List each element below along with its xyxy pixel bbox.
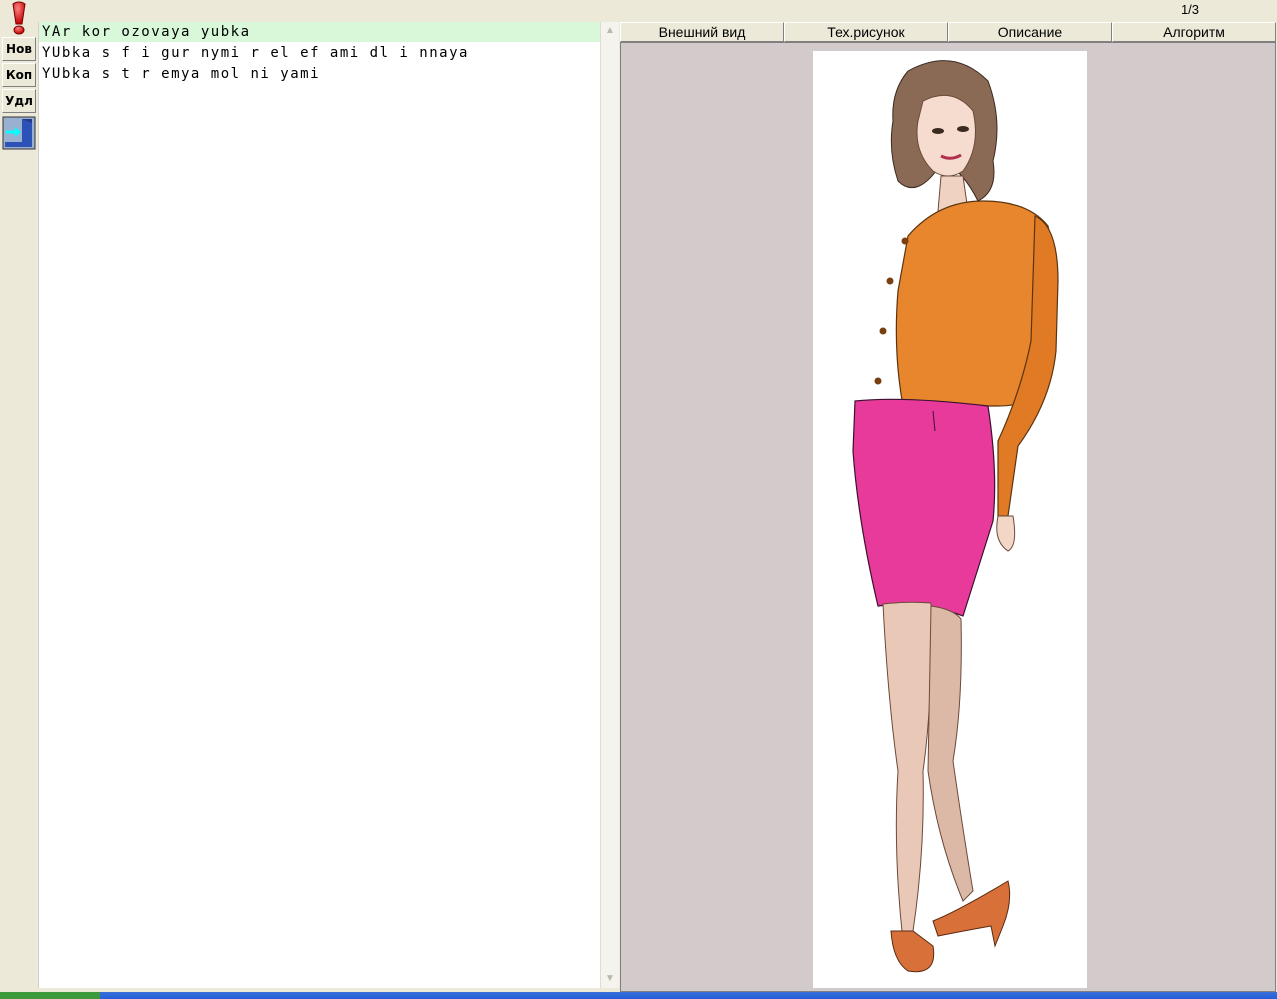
- taskbar: [0, 992, 1277, 999]
- list-item[interactable]: YUbka s f i gur nymi r el ef ami dl i nn…: [39, 43, 601, 63]
- garment-illustration: [813, 51, 1087, 988]
- page-counter: 1/3: [1180, 2, 1200, 17]
- list-item[interactable]: YAr kor ozovaya yubka: [39, 22, 601, 42]
- delete-button[interactable]: Удл: [2, 89, 36, 113]
- top-strip: 1/3: [0, 0, 1277, 22]
- image-viewer: [620, 42, 1276, 992]
- run-button[interactable]: [2, 0, 36, 36]
- tab-technical-drawing[interactable]: Тех.рисунок: [784, 22, 948, 42]
- left-toolbar: Нов Коп Удл: [0, 0, 38, 992]
- copy-button[interactable]: Коп: [2, 63, 36, 87]
- list-item[interactable]: YUbka s t r emya mol ni yami: [39, 64, 601, 84]
- exit-door-icon: [2, 116, 36, 150]
- tab-appearance[interactable]: Внешний вид: [620, 22, 784, 42]
- list-scrollbar[interactable]: ▲ ▼: [600, 22, 619, 988]
- exclamation-icon: [12, 1, 26, 35]
- tab-description[interactable]: Описание: [948, 22, 1112, 42]
- start-button[interactable]: [0, 992, 100, 999]
- scroll-down-icon[interactable]: ▼: [601, 970, 619, 988]
- fashion-sketch: [852, 60, 1059, 973]
- tab-algorithm[interactable]: Алгоритм: [1112, 22, 1276, 42]
- view-tabs: Внешний вид Тех.рисунок Описание Алгорит…: [620, 22, 1277, 42]
- exit-button[interactable]: [2, 115, 36, 151]
- scroll-up-icon[interactable]: ▲: [601, 22, 619, 40]
- garment-list[interactable]: YAr kor ozovaya yubka YUbka s f i gur ny…: [38, 22, 601, 988]
- new-button[interactable]: Нов: [2, 37, 36, 61]
